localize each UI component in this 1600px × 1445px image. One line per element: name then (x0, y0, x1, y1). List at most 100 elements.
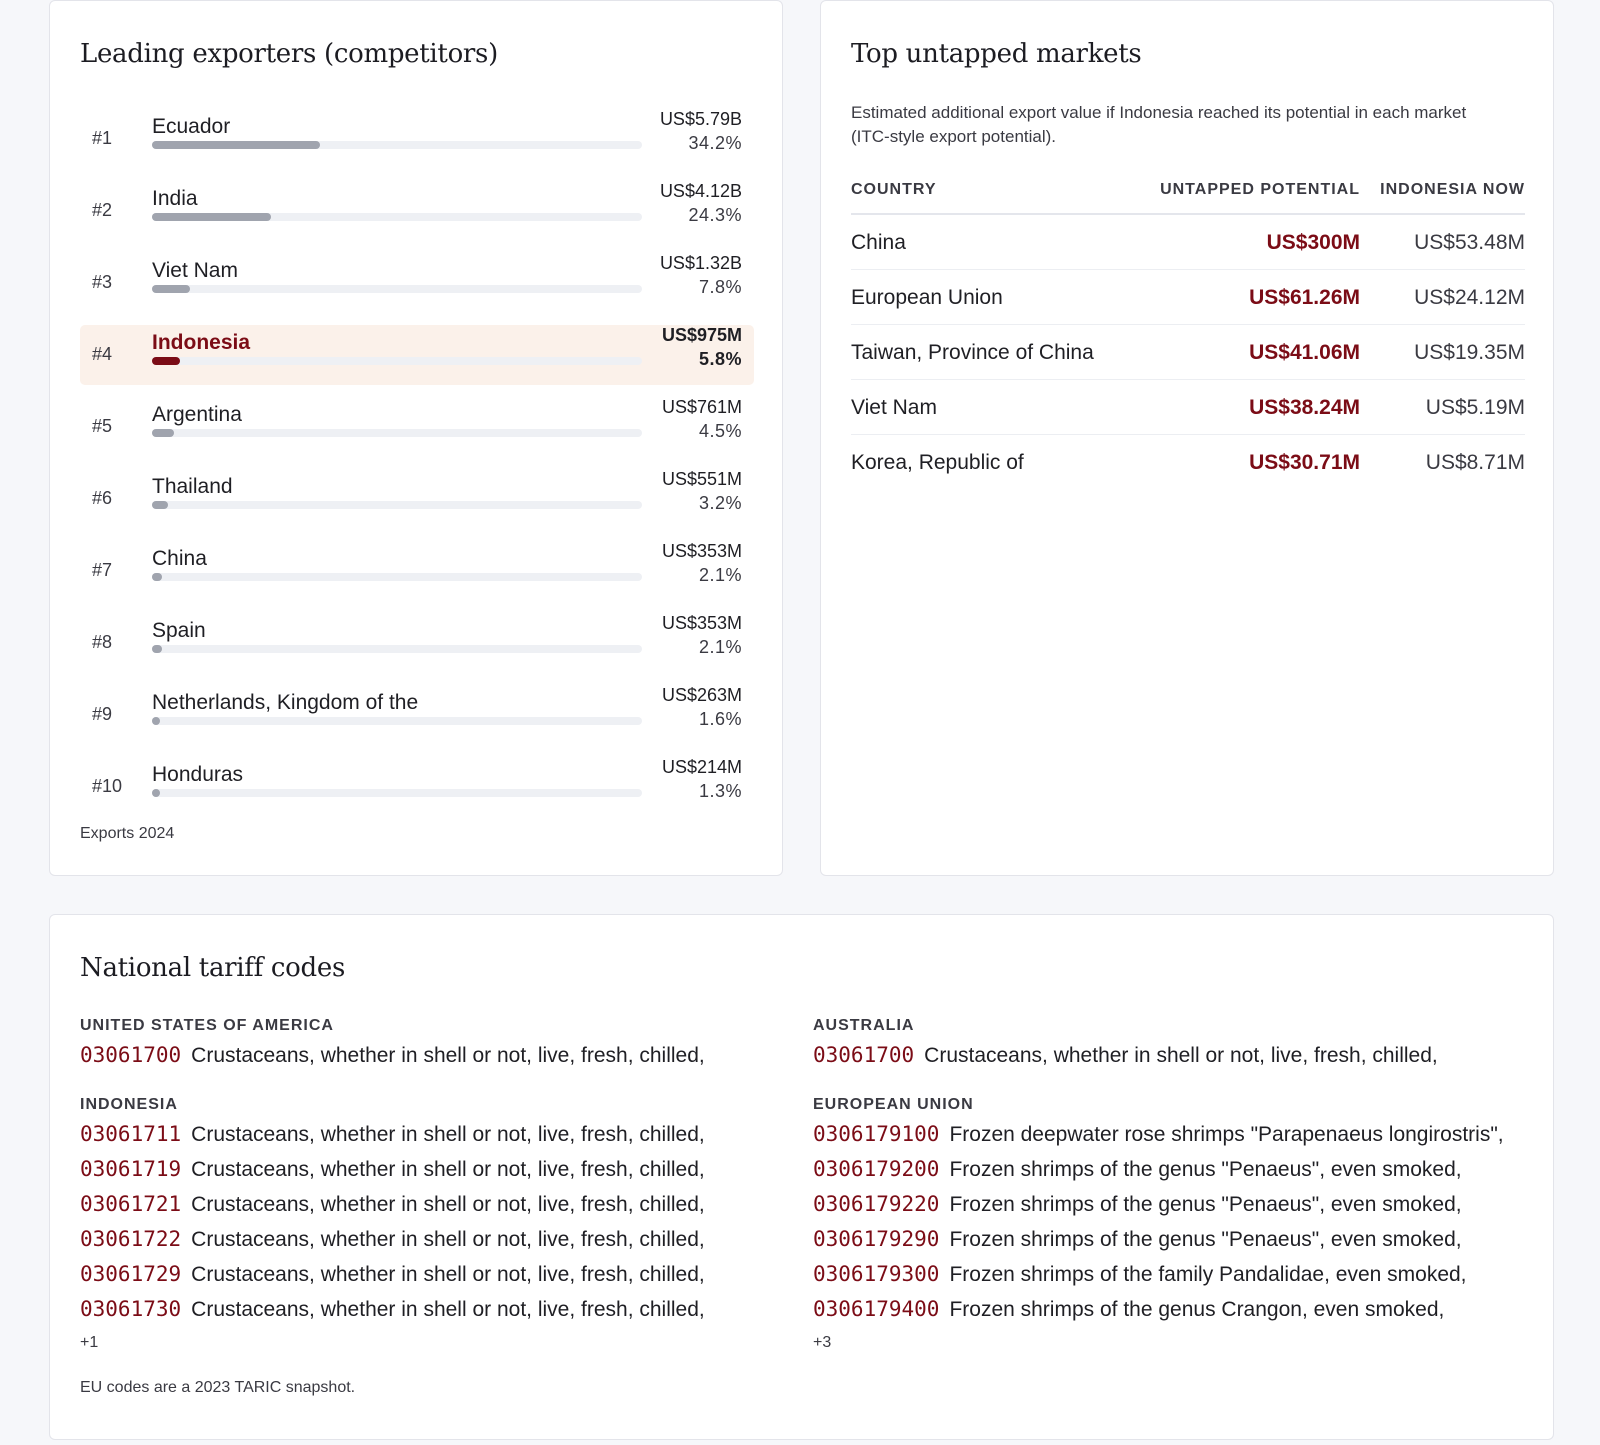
exporter-share: 34.2% (688, 133, 742, 153)
exporter-rank: #3 (92, 272, 113, 292)
exporter-row: #2 India US$4.12B 24.3% (80, 181, 754, 241)
exporter-share: 2.1% (698, 565, 742, 585)
exporter-row: #9 Netherlands, Kingdom of the US$263M 1.6% (80, 685, 754, 745)
exporter-share-bar-fill (152, 141, 320, 149)
market-country: European Union (851, 286, 1003, 309)
tariff-description: Crustaceans, whether in shell or not, li… (191, 1298, 705, 1321)
market-untapped-potential: US$61.26M (1249, 286, 1360, 309)
market-indonesia-now: US$24.12M (1414, 286, 1525, 309)
exporter-share-bar-track (152, 213, 642, 221)
exporter-value: US$353M (661, 541, 742, 561)
exporter-row: #8 Spain US$353M 2.1% (80, 613, 754, 673)
market-country: Korea, Republic of (851, 451, 1024, 474)
tariff-code-line: 03061700 Crustaceans, whether in shell or… (80, 1043, 780, 1078)
table-row: Korea, Republic of US$30.71M US$8.71M (851, 435, 1525, 490)
leading-exporters-title: Leading exporters (competitors) (80, 39, 498, 69)
tariff-country-group: Australia 03061700 Crustaceans, whether in… (813, 1017, 1533, 1078)
leading-exporters-card: Leading exporters (competitors) #1 Ecuado… (49, 0, 783, 876)
column-header-country: Country (851, 181, 937, 198)
exporter-share-bar-fill (152, 285, 191, 293)
exporter-value: US$551M (661, 469, 742, 489)
untapped-markets-title: Top untapped markets (851, 39, 1142, 69)
table-row: China US$300M US$53.48M (851, 215, 1525, 270)
exporter-value: US$214M (661, 757, 742, 777)
tariff-description: Frozen shrimps of the genus "Penaeus", e… (949, 1193, 1462, 1216)
tariff-description: Frozen deepwater rose shrimps "Parapenae… (949, 1123, 1504, 1146)
tariff-column-left: United States of America 03061700 Crustace… (80, 1017, 780, 1376)
tariff-code-line: 03061721 Crustaceans, whether in shell or… (80, 1192, 780, 1227)
exporter-share-bar-fill (152, 501, 168, 509)
exporter-share: 5.8% (698, 349, 742, 369)
tariff-code-line: 0306179220 Frozen shrimps of the genus "P… (813, 1192, 1533, 1227)
tariff-code-line: 0306179300 Frozen shrimps of the family P… (813, 1262, 1533, 1297)
table-body: China US$300M US$53.48M European Union US$61… (851, 215, 1525, 490)
exporter-share-bar-track (152, 501, 642, 509)
exporter-value: US$263M (661, 685, 742, 705)
tariff-description: Crustaceans, whether in shell or not, li… (191, 1123, 705, 1146)
exporter-row: #7 China US$353M 2.1% (80, 541, 754, 601)
exporter-share: 7.8% (698, 277, 742, 297)
exporter-name: Spain (152, 619, 206, 642)
market-indonesia-now: US$19.35M (1414, 341, 1525, 364)
tariff-country-name: Indonesia (80, 1096, 178, 1113)
tariff-description: Crustaceans, whether in shell or not, li… (191, 1228, 705, 1251)
exporter-share-bar-track (152, 573, 642, 581)
exporter-share-bar-fill (152, 357, 181, 365)
exporter-share-bar-fill (152, 789, 160, 797)
exporter-name: Honduras (152, 763, 244, 786)
exporter-rank: #5 (92, 416, 113, 436)
table-row: European Union US$61.26M US$24.12M (851, 270, 1525, 325)
tariff-code: 03061700 (813, 1043, 915, 1067)
exporter-name: Ecuador (152, 115, 231, 138)
column-header-untapped-potential: Untapped potential (1160, 181, 1360, 198)
exporter-name: Viet Nam (152, 259, 238, 282)
exporter-rank: #4 (92, 344, 113, 364)
exporter-row: #5 Argentina US$761M 4.5% (80, 397, 754, 457)
exporter-value: US$761M (661, 397, 742, 417)
tariff-more-count: +1 (80, 1334, 99, 1351)
tariff-code: 0306179300 (813, 1262, 940, 1286)
tariff-code: 0306179200 (813, 1157, 940, 1181)
exporter-share-bar-fill (152, 717, 160, 725)
exporter-value: US$1.32B (659, 253, 742, 273)
exporter-share: 2.1% (698, 637, 742, 657)
market-untapped-potential: US$41.06M (1249, 341, 1360, 364)
tariff-code-line: 0306179200 Frozen shrimps of the genus "P… (813, 1157, 1533, 1192)
tariff-code: 0306179400 (813, 1297, 940, 1321)
tariff-code-line: 03061729 Crustaceans, whether in shell or… (80, 1262, 780, 1297)
exporter-rank: #8 (92, 632, 113, 652)
tariff-description: Crustaceans, whether in shell or not, li… (191, 1044, 705, 1067)
tariff-codes-card: National tariff codes United States of A… (49, 914, 1554, 1440)
exporter-share-bar-track (152, 645, 642, 653)
tariff-more-count: +3 (813, 1334, 832, 1351)
tariff-code: 03061700 (80, 1043, 182, 1067)
exporter-share: 1.6% (698, 709, 742, 729)
tariff-description: Frozen shrimps of the genus "Penaeus", e… (949, 1158, 1462, 1181)
exporter-rank: #10 (92, 776, 123, 796)
market-indonesia-now: US$53.48M (1414, 231, 1525, 254)
exporter-share-bar-track (152, 717, 642, 725)
tariff-code: 03061711 (80, 1122, 182, 1146)
exporter-rank: #2 (92, 200, 113, 220)
market-untapped-potential: US$30.71M (1249, 451, 1360, 474)
tariff-code-line: 03061700 Crustaceans, whether in shell or… (813, 1043, 1533, 1078)
tariff-code-line: 03061719 Crustaceans, whether in shell or… (80, 1157, 780, 1192)
market-country: Viet Nam (851, 396, 937, 419)
tariff-code-line: 0306179290 Frozen shrimps of the genus "P… (813, 1227, 1533, 1262)
exporter-rank: #7 (92, 560, 113, 580)
tariff-description: Frozen shrimps of the family Pandalidae,… (949, 1263, 1467, 1286)
tariff-description: Frozen shrimps of the genus Crangon, eve… (949, 1298, 1445, 1321)
exporter-share-bar-track (152, 357, 642, 365)
exporter-share-bar-fill (152, 645, 163, 653)
exporter-name: Netherlands, Kingdom of the (152, 691, 419, 714)
exporter-share-bar-fill (152, 429, 175, 437)
untapped-markets-card: Top untapped markets Estimated additiona… (820, 0, 1554, 876)
table-row: Viet Nam US$38.24M US$5.19M (851, 380, 1525, 435)
tariff-code: 0306179220 (813, 1192, 940, 1216)
exporter-share: 24.3% (688, 205, 742, 225)
exporter-rank: #1 (92, 128, 113, 148)
market-country: China (851, 231, 906, 254)
exporter-share-bar-track (152, 141, 642, 149)
tariff-codes-title: National tariff codes (80, 953, 345, 983)
tariff-code: 03061730 (80, 1297, 182, 1321)
